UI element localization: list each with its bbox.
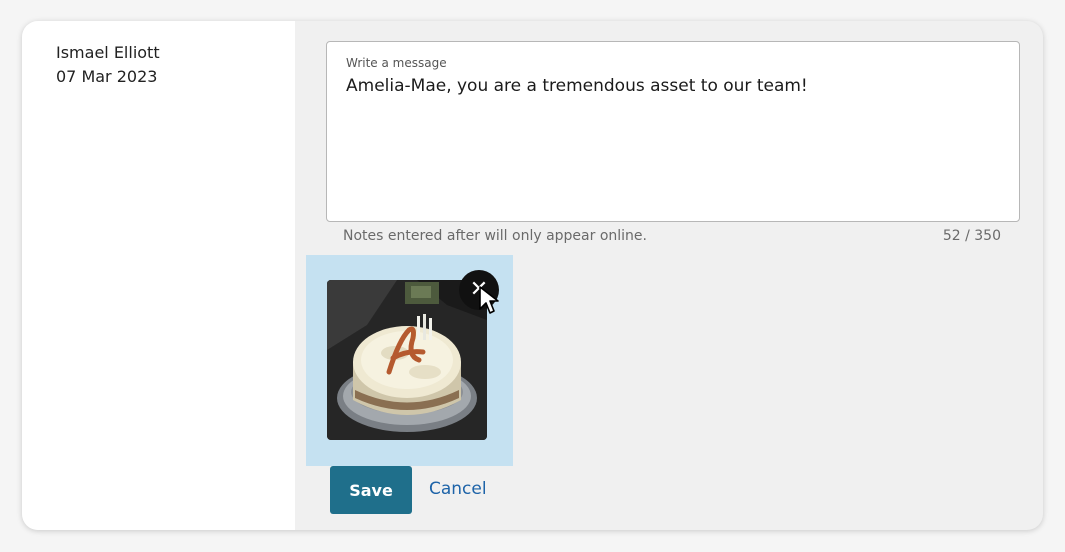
attachment-thumbnail [327,280,487,440]
note-meta-panel: Ismael Elliott 07 Mar 2023 [22,21,295,530]
message-input-value[interactable]: Amelia-Mae, you are a tremendous asset t… [346,76,808,96]
author-name: Ismael Elliott [56,43,160,62]
save-button[interactable]: Save [330,466,412,514]
close-icon: ✕ [469,277,489,302]
message-field[interactable]: Write a message Amelia-Mae, you are a tr… [326,41,1020,222]
cake-photo [327,280,487,440]
note-editor-card: Ismael Elliott 07 Mar 2023 Write a messa… [22,21,1043,530]
character-counter: 52 / 350 [942,228,1001,244]
message-field-label: Write a message [346,56,447,70]
note-date: 07 Mar 2023 [56,67,158,86]
image-attachment[interactable]: ✕ [306,255,513,466]
remove-attachment-button[interactable]: ✕ [459,270,499,310]
note-author-info: Ismael Elliott 07 Mar 2023 [56,41,160,89]
helper-text: Notes entered after will only appear onl… [343,228,647,244]
cancel-button[interactable]: Cancel [429,479,487,499]
